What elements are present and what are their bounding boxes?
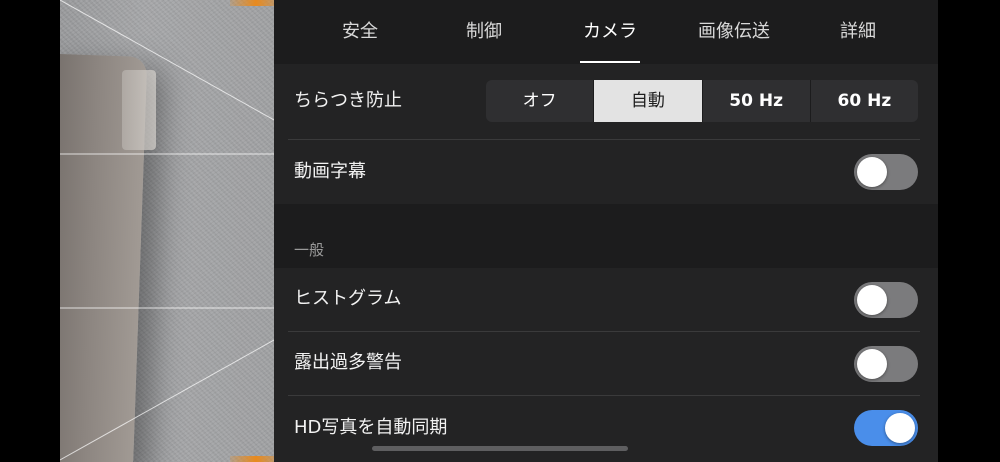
histogram-label: ヒストグラム	[294, 288, 402, 309]
settings-tabs: 安全 制御 カメラ 画像伝送 詳細	[274, 0, 938, 64]
video-subtitles-label: 動画字幕	[294, 161, 366, 182]
tab-image-transmission[interactable]: 画像伝送	[684, 20, 784, 44]
overexposure-warning-row: 露出過多警告	[274, 332, 938, 396]
toggle-knob	[857, 285, 887, 315]
home-indicator[interactable]	[372, 446, 628, 451]
preview-marker-bottom	[230, 456, 274, 462]
anti-flicker-label: ちらつき防止	[294, 90, 402, 111]
preview-grid-overlay	[60, 0, 274, 461]
anti-flicker-option-50hz[interactable]: 50 Hz	[701, 80, 810, 122]
video-subtitles-row: 動画字幕	[274, 140, 938, 204]
anti-flicker-option-60hz[interactable]: 60 Hz	[809, 80, 918, 122]
section-spacer	[274, 204, 938, 268]
overexposure-warning-toggle[interactable]	[854, 346, 918, 382]
tab-control[interactable]: 制御	[452, 20, 516, 44]
tab-camera[interactable]: カメラ	[564, 20, 656, 44]
overexposure-warning-label: 露出過多警告	[294, 352, 402, 373]
anti-flicker-segmented-control: オフ 自動 50 Hz 60 Hz	[486, 80, 918, 122]
histogram-toggle[interactable]	[854, 282, 918, 318]
anti-flicker-option-off[interactable]: オフ	[486, 80, 593, 122]
toggle-knob	[857, 349, 887, 379]
hd-photo-sync-row: HD写真を自動同期	[274, 396, 938, 462]
hd-photo-sync-label: HD写真を自動同期	[294, 417, 448, 438]
toggle-knob	[857, 157, 887, 187]
screen: 安全 制御 カメラ 画像伝送 詳細 ちらつき防止 オフ 自動 50 Hz 60 …	[0, 0, 1000, 462]
tab-safety[interactable]: 安全	[328, 20, 392, 44]
toggle-knob	[885, 413, 915, 443]
anti-flicker-option-auto[interactable]: 自動	[593, 80, 702, 122]
tab-details[interactable]: 詳細	[826, 20, 890, 44]
hd-photo-sync-toggle[interactable]	[854, 410, 918, 446]
video-subtitles-toggle[interactable]	[854, 154, 918, 190]
section-title-general: 一般	[294, 241, 325, 259]
anti-flicker-row: ちらつき防止 オフ 自動 50 Hz 60 Hz	[274, 64, 938, 140]
histogram-row: ヒストグラム	[274, 268, 938, 332]
active-tab-indicator	[580, 61, 640, 63]
preview-marker-top	[230, 0, 274, 6]
settings-panel: 安全 制御 カメラ 画像伝送 詳細 ちらつき防止 オフ 自動 50 Hz 60 …	[274, 0, 938, 462]
camera-preview[interactable]	[60, 0, 274, 462]
